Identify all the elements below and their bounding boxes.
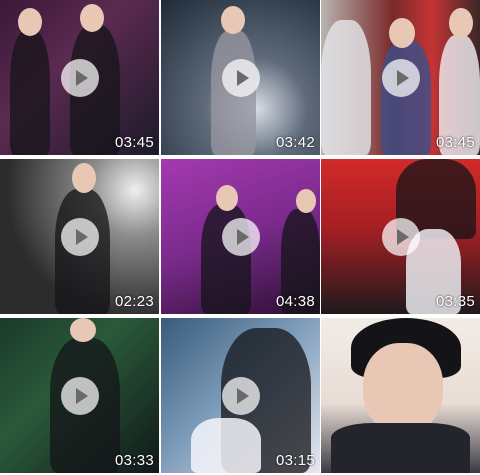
play-icon[interactable] bbox=[221, 217, 260, 256]
video-tile[interactable] bbox=[321, 318, 480, 473]
video-tile[interactable]: 03:42 bbox=[161, 0, 320, 155]
video-grid: 03:45 03:42 03:45 02:23 04:38 03:35 03:3… bbox=[0, 0, 480, 475]
video-tile[interactable]: 03:45 bbox=[321, 0, 480, 155]
video-duration: 03:45 bbox=[435, 134, 475, 151]
video-tile[interactable]: 04:38 bbox=[161, 159, 320, 314]
video-duration: 03:42 bbox=[275, 134, 315, 151]
video-thumbnail bbox=[321, 318, 480, 473]
play-icon[interactable] bbox=[221, 58, 260, 97]
video-tile[interactable]: 03:45 bbox=[0, 0, 159, 155]
play-icon[interactable] bbox=[60, 217, 99, 256]
play-icon[interactable] bbox=[221, 376, 260, 415]
play-icon[interactable] bbox=[60, 376, 99, 415]
video-tile[interactable]: 03:15 bbox=[161, 318, 320, 473]
video-duration: 03:15 bbox=[275, 452, 315, 469]
play-icon[interactable] bbox=[381, 217, 420, 256]
video-duration: 04:38 bbox=[275, 293, 315, 310]
video-duration: 03:45 bbox=[114, 134, 154, 151]
video-tile[interactable]: 03:33 bbox=[0, 318, 159, 473]
video-duration: 02:23 bbox=[114, 293, 154, 310]
play-icon[interactable] bbox=[60, 58, 99, 97]
video-tile[interactable]: 02:23 bbox=[0, 159, 159, 314]
video-tile[interactable]: 03:35 bbox=[321, 159, 480, 314]
play-icon[interactable] bbox=[381, 58, 420, 97]
video-duration: 03:35 bbox=[435, 293, 475, 310]
video-duration: 03:33 bbox=[114, 452, 154, 469]
